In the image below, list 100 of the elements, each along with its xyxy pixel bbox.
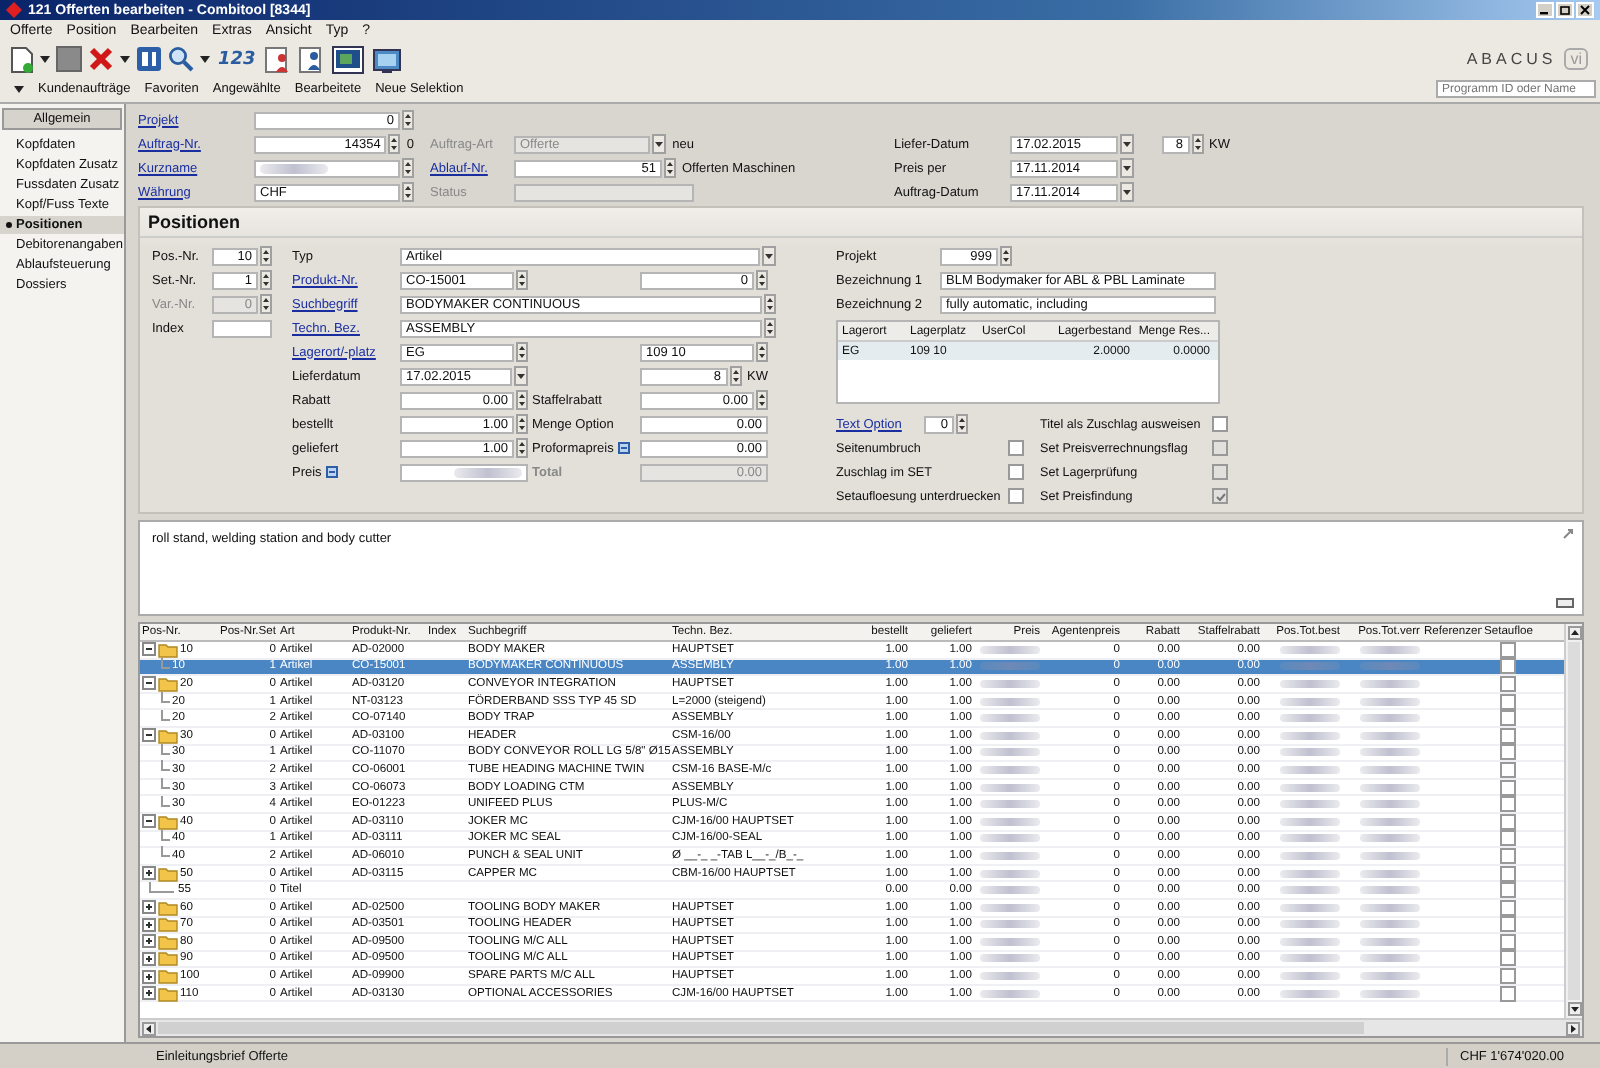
dropdown-button[interactable] (514, 366, 528, 386)
blurred-value (1280, 697, 1340, 706)
expand-toggle[interactable] (142, 934, 156, 949)
blurred-value (1280, 920, 1340, 929)
spin-button[interactable] (516, 414, 528, 434)
blurred-value (1360, 886, 1420, 895)
blurred-value (1280, 834, 1340, 843)
spin-button[interactable] (756, 390, 768, 410)
spin-button[interactable] (956, 414, 968, 434)
spin-button[interactable] (516, 270, 528, 290)
checkbox[interactable] (1500, 950, 1516, 967)
spin-button[interactable] (402, 158, 414, 178)
spin-button[interactable] (388, 134, 401, 154)
spin-button[interactable] (260, 270, 272, 290)
new-document-icon[interactable] (10, 45, 34, 73)
numbering-button[interactable]: 123 (216, 47, 258, 71)
blurred-value (980, 765, 1040, 774)
keyboard-icon[interactable] (1556, 598, 1574, 608)
checkbox[interactable] (1008, 440, 1024, 456)
spin-button[interactable] (516, 438, 528, 458)
spin-button[interactable] (402, 110, 414, 130)
horizontal-scrollbar[interactable] (140, 1018, 1582, 1036)
dropdown-button[interactable] (1120, 158, 1134, 178)
spin-button[interactable] (764, 294, 776, 314)
checkbox[interactable] (1500, 796, 1516, 813)
spin-button[interactable] (756, 270, 768, 290)
spin-button[interactable] (1191, 134, 1204, 154)
dropdown-button[interactable] (1120, 182, 1134, 202)
blurred-value (1280, 954, 1340, 963)
blurred-value (980, 662, 1040, 671)
logo-badge: vi (1564, 48, 1588, 70)
expand-toggle[interactable] (142, 969, 156, 984)
blurred-value (980, 714, 1040, 723)
blurred-value (1360, 989, 1420, 998)
input-field[interactable] (212, 319, 272, 337)
blurred-value (980, 834, 1040, 843)
blurred-value (980, 800, 1040, 809)
spin-button[interactable] (756, 342, 768, 362)
blurred-value (980, 731, 1040, 740)
spin-button[interactable] (260, 246, 272, 266)
expand-toggle[interactable] (142, 866, 156, 881)
collapse-toggle[interactable] (142, 814, 156, 829)
blurred-value (1280, 989, 1340, 998)
checkbox[interactable] (1500, 830, 1516, 847)
checkbox[interactable] (1212, 416, 1228, 432)
spin-button[interactable] (402, 182, 414, 202)
caret-icon[interactable] (200, 55, 210, 63)
blurred-value (980, 697, 1040, 706)
close-button[interactable] (1576, 2, 1594, 18)
blurred-value (1280, 869, 1340, 878)
search-icon[interactable] (168, 46, 194, 72)
blurred-value (1280, 800, 1340, 809)
spin-button[interactable] (1000, 246, 1012, 266)
vertical-scrollbar[interactable] (1564, 624, 1582, 1018)
blurred-value (1280, 817, 1340, 826)
collapse-toggle[interactable] (142, 728, 156, 743)
monitor-icon[interactable] (331, 45, 364, 73)
person-document-icon[interactable] (297, 45, 326, 73)
logo-text: ABACUS (1466, 49, 1557, 69)
checkbox[interactable] (1500, 968, 1516, 985)
spin-button[interactable] (516, 342, 528, 362)
checkbox[interactable] (1500, 916, 1516, 933)
expand-toggle[interactable] (142, 900, 156, 915)
section-title: Positionen (140, 208, 1582, 238)
blurred-value (1280, 748, 1340, 757)
blurred-value (980, 869, 1040, 878)
caret-icon[interactable] (14, 85, 24, 93)
blurred-value (1360, 765, 1420, 774)
restore-button[interactable] (1556, 2, 1574, 18)
blurred-value (1280, 714, 1340, 723)
caret-icon[interactable] (40, 55, 50, 63)
expand-icon[interactable] (1562, 528, 1574, 540)
blurred-value (1360, 920, 1420, 929)
dropdown-button[interactable] (762, 246, 776, 266)
spin-button[interactable] (764, 318, 776, 338)
blurred-value (1360, 731, 1420, 740)
checkbox[interactable] (1008, 488, 1024, 504)
spin-button[interactable] (516, 390, 528, 410)
spin-button[interactable] (729, 366, 742, 386)
minimize-button[interactable] (1536, 2, 1554, 18)
collapse-toggle[interactable] (142, 642, 156, 657)
checkbox[interactable] (1500, 710, 1516, 727)
dropdown-button[interactable] (1120, 134, 1134, 154)
document-person-icon[interactable] (263, 45, 292, 73)
expand-toggle[interactable] (142, 986, 156, 1001)
monitor-icon[interactable] (369, 45, 402, 73)
delete-icon[interactable] (88, 46, 114, 72)
checkbox[interactable] (1008, 464, 1024, 480)
checkbox[interactable] (1500, 744, 1516, 761)
spin-button[interactable] (664, 158, 676, 178)
input-field[interactable] (254, 159, 400, 177)
blurred-value (1360, 662, 1420, 671)
input-field[interactable] (400, 463, 528, 481)
caret-icon[interactable] (120, 55, 130, 63)
checkbox[interactable] (1500, 882, 1516, 899)
blurred-value (1360, 903, 1420, 912)
blurred-value (1360, 972, 1420, 981)
collapse-toggle[interactable] (142, 676, 156, 691)
blurred-value (1360, 817, 1420, 826)
checkbox[interactable] (1500, 658, 1516, 675)
